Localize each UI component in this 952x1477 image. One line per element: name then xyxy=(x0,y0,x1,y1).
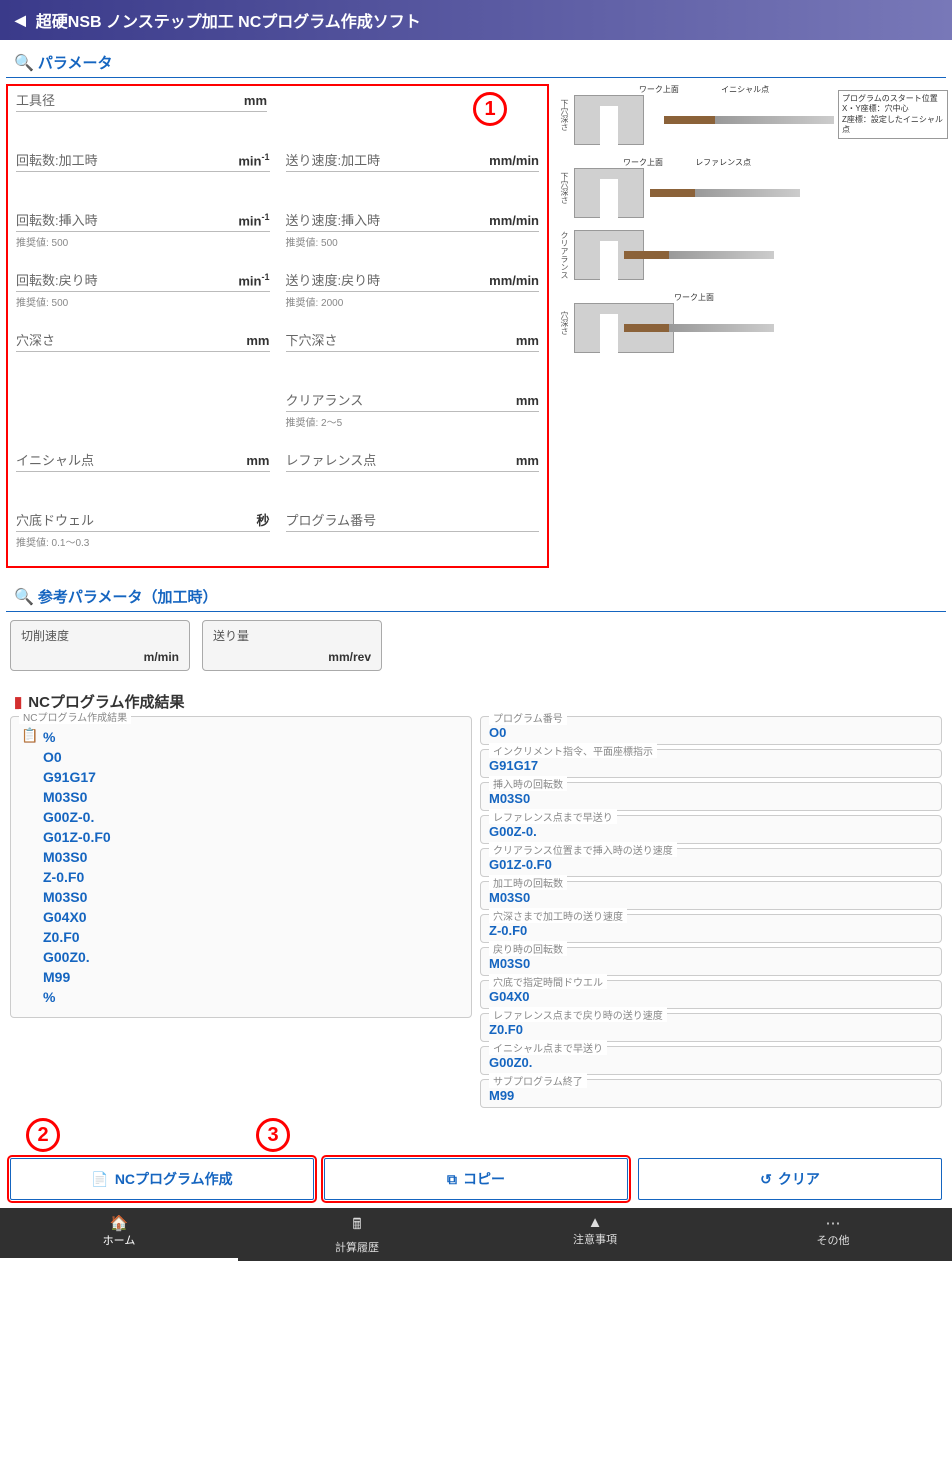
nc-code-line: M03S0 xyxy=(43,789,463,805)
undo-icon: ↺ xyxy=(760,1171,772,1188)
nc-code-line: G00Z0. xyxy=(43,949,463,965)
copy-icon: ⧉ xyxy=(447,1171,457,1188)
nc-explanation-item: レファレンス点まで戻り時の送り速度Z0.F0 xyxy=(480,1013,942,1042)
app-header: ◀ 超硬NSB ノンステップ加工 NCプログラム作成ソフト xyxy=(0,0,952,40)
nc-code-line: M99 xyxy=(43,969,463,985)
calculator-icon: 🖩 xyxy=(238,1214,476,1239)
nc-explanation-item: プログラム番号O0 xyxy=(480,716,942,745)
annotation-2: 2 xyxy=(26,1118,60,1152)
nc-code-line: G01Z-0.F0 xyxy=(43,829,463,845)
workpiece-diagram-1 xyxy=(574,95,644,145)
section-header-refparams: 🔍 参考パラメータ（加工時） xyxy=(6,578,946,612)
rpm-return-field[interactable]: 回転数:戻り時 min-1 xyxy=(16,270,270,292)
nc-explanation-item: 戻り時の回転数M03S0 xyxy=(480,947,942,976)
more-icon: ⋯ xyxy=(714,1214,952,1232)
create-nc-program-button[interactable]: 📄 NCプログラム作成 xyxy=(10,1158,314,1200)
bottom-navigation: 🏠 ホーム 🖩 計算履歴 ▲ 注意事項 ⋯ その他 xyxy=(0,1208,952,1261)
nc-code-line: M03S0 xyxy=(43,889,463,905)
rpm-insert-field[interactable]: 回転数:挿入時 min-1 xyxy=(16,210,270,232)
feed-insert-field[interactable]: 送り速度:挿入時 mm/min xyxy=(286,210,540,232)
flag-icon: ▮ xyxy=(14,693,22,711)
nc-explanation-item: 挿入時の回転数M03S0 xyxy=(480,782,942,811)
section-header-params: 🔍 パラメータ xyxy=(6,44,946,78)
copy-button[interactable]: ⧉ コピー xyxy=(324,1158,628,1200)
section-header-ncresult: ▮ NCプログラム作成結果 xyxy=(6,683,946,716)
parameter-input-panel: 1 工具径 mm 回転数:加工時 min-1 送り速度:加工時 mm/min xyxy=(6,84,549,568)
back-icon[interactable]: ◀ xyxy=(15,12,26,29)
program-number-field[interactable]: プログラム番号 xyxy=(286,510,540,532)
hole-depth-field[interactable]: 穴深さ mm xyxy=(16,330,270,352)
clipboard-icon[interactable]: 📋 xyxy=(21,727,38,744)
nc-code-line: G04X0 xyxy=(43,909,463,925)
workpiece-diagram-2 xyxy=(574,168,644,218)
nc-explanation-item: イニシャル点まで早送りG00Z0. xyxy=(480,1046,942,1075)
section-title-refparams: 参考パラメータ（加工時） xyxy=(38,586,218,607)
nav-home[interactable]: 🏠 ホーム xyxy=(0,1208,238,1261)
search-icon: 🔍 xyxy=(14,587,34,607)
app-title: 超硬NSB ノンステップ加工 NCプログラム作成ソフト xyxy=(36,8,421,32)
nc-code-line: Z0.F0 xyxy=(43,929,463,945)
drill-diagram-3 xyxy=(624,251,774,259)
feed-machining-field[interactable]: 送り速度:加工時 mm/min xyxy=(286,150,540,172)
dwell-field[interactable]: 穴底ドウェル 秒 xyxy=(16,510,270,532)
nc-explanation-item: サブプログラム終了M99 xyxy=(480,1079,942,1108)
annotation-1: 1 xyxy=(473,92,507,126)
pilot-hole-depth-field[interactable]: 下穴深さ mm xyxy=(286,330,540,352)
search-icon: 🔍 xyxy=(14,53,34,73)
nc-code-line: Z-0.F0 xyxy=(43,869,463,885)
reference-point-field[interactable]: レファレンス点 mm xyxy=(286,450,540,472)
clear-button[interactable]: ↺ クリア xyxy=(638,1158,942,1200)
nc-explanation-item: クリアランス位置まで挿入時の送り速度G01Z-0.F0 xyxy=(480,848,942,877)
clearance-field[interactable]: クリアランス mm xyxy=(286,390,540,412)
home-icon: 🏠 xyxy=(0,1214,238,1232)
nav-other[interactable]: ⋯ その他 xyxy=(714,1208,952,1261)
nav-caution[interactable]: ▲ 注意事項 xyxy=(476,1208,714,1261)
tool-diameter-field[interactable]: 工具径 mm xyxy=(16,90,267,112)
nc-code-line: % xyxy=(43,729,463,745)
nc-explanation-item: 穴底で指定時間ドウエルG04X0 xyxy=(480,980,942,1009)
diagram-panel: 下穴深さ ワーク上面 イニシャル点 プログラムのスタート位置 X・Y座標：穴中心… xyxy=(555,78,952,574)
rpm-machining-field[interactable]: 回転数:加工時 min-1 xyxy=(16,150,270,172)
cutting-speed-box: 切削速度 m/min xyxy=(10,620,190,671)
nc-explanation-item: レファレンス点まで早送りG00Z-0. xyxy=(480,815,942,844)
nc-code-line: O0 xyxy=(43,749,463,765)
feed-amount-box: 送り量 mm/rev xyxy=(202,620,382,671)
nav-history[interactable]: 🖩 計算履歴 xyxy=(238,1208,476,1261)
feed-return-field[interactable]: 送り速度:戻り時 mm/min xyxy=(286,270,540,292)
nc-explanation-item: 加工時の回転数M03S0 xyxy=(480,881,942,910)
drill-diagram-2 xyxy=(650,189,800,197)
section-title-params: パラメータ xyxy=(38,52,113,73)
nc-code-line: % xyxy=(43,989,463,1005)
initial-point-field[interactable]: イニシャル点 mm xyxy=(16,450,270,472)
drill-diagram-1 xyxy=(664,116,834,124)
nc-program-output: NCプログラム作成結果 📋 %O0G91G17M03S0G00Z-0.G01Z-… xyxy=(10,716,472,1018)
drill-diagram-4 xyxy=(624,324,774,332)
nc-code-line: G00Z-0. xyxy=(43,809,463,825)
nc-explanation-item: インクリメント指令、平面座標指示G91G17 xyxy=(480,749,942,778)
warning-icon: ▲ xyxy=(476,1214,714,1231)
annotation-3: 3 xyxy=(256,1118,290,1152)
diagram-note-box: プログラムのスタート位置 X・Y座標：穴中心 Z座標：設定したイニシャル点 xyxy=(838,90,948,140)
document-icon: 📄 xyxy=(91,1171,108,1188)
nc-explanation-item: 穴深さまで加工時の送り速度Z-0.F0 xyxy=(480,914,942,943)
nc-code-line: M03S0 xyxy=(43,849,463,865)
nc-code-line: G91G17 xyxy=(43,769,463,785)
